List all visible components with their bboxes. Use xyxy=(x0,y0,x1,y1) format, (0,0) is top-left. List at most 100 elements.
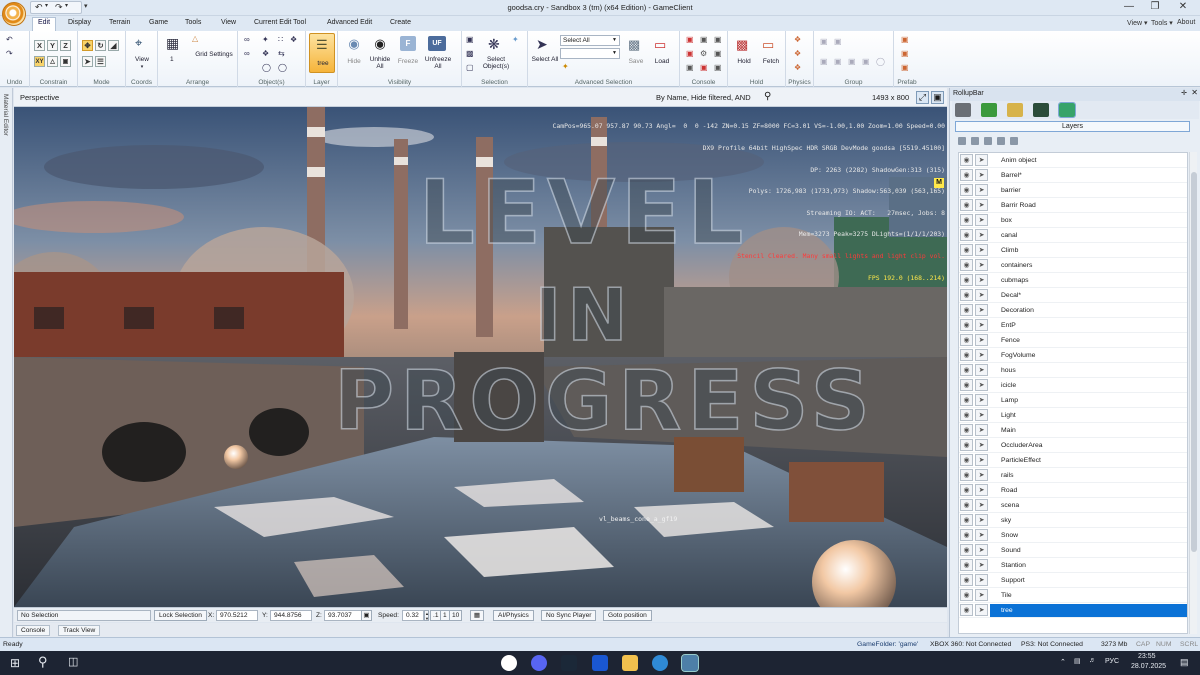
steam-icon[interactable] xyxy=(561,655,577,671)
pointer-icon[interactable]: ➤ xyxy=(975,514,988,526)
select-all-button[interactable]: Select All xyxy=(530,56,560,63)
clock-time[interactable]: 23:55 xyxy=(1138,653,1156,660)
layer-row[interactable]: ◉ ➤ Decal* xyxy=(959,288,1187,303)
windows-start-icon[interactable]: ⊞ xyxy=(10,656,20,670)
tab-view[interactable]: View xyxy=(216,18,241,27)
layer-row[interactable]: ◉ ➤ FogVolume xyxy=(959,348,1187,363)
load-selection-button[interactable]: Load xyxy=(650,58,674,65)
tab-terrain[interactable]: Terrain xyxy=(104,18,135,27)
close-group-icon[interactable]: ▣ xyxy=(834,57,842,66)
pointer-icon[interactable]: ➤ xyxy=(975,244,988,256)
no-sync-player-button[interactable]: No Sync Player xyxy=(541,610,597,621)
pointer-icon[interactable]: ➤ xyxy=(975,559,988,571)
pointer-icon[interactable]: ➤ xyxy=(975,289,988,301)
task-view-icon[interactable]: ◫ xyxy=(68,655,78,668)
pointer-icon[interactable]: ➤ xyxy=(975,574,988,586)
clock-date[interactable]: 28.07.2025 xyxy=(1131,663,1166,670)
eye-icon[interactable]: ◉ xyxy=(960,364,973,376)
pointer-icon[interactable]: ➤ xyxy=(975,214,988,226)
constrain-xy-icon[interactable]: XY xyxy=(34,56,45,67)
scale-mode-icon[interactable]: ◢ xyxy=(108,40,119,51)
unlink-icon[interactable]: ∞ xyxy=(244,49,250,58)
eye-icon[interactable]: ◉ xyxy=(960,334,973,346)
search-icon[interactable]: ⚲ xyxy=(38,654,48,670)
open-group-icon[interactable]: ▣ xyxy=(820,57,828,66)
select-none-icon[interactable]: ▢ xyxy=(466,63,474,72)
layer-row[interactable]: ◉ ➤ Barrel* xyxy=(959,168,1187,183)
eye-icon[interactable]: ◉ xyxy=(960,394,973,406)
pointer-icon[interactable]: ➤ xyxy=(975,589,988,601)
layers-panel-title[interactable]: Layers xyxy=(955,121,1190,132)
pointer-icon[interactable]: ➤ xyxy=(975,454,988,466)
layer-row[interactable]: ◉ ➤ canal xyxy=(959,228,1187,243)
y-coordinate-field[interactable]: 944.8756 xyxy=(270,610,312,621)
pointer-icon[interactable]: ➤ xyxy=(975,484,988,496)
eye-icon[interactable]: ◉ xyxy=(960,454,973,466)
layer-row[interactable]: ◉ ➤ Climb xyxy=(959,243,1187,258)
ai-physics-button[interactable]: AI/Physics xyxy=(493,610,534,621)
eye-icon[interactable]: ◉ xyxy=(960,499,973,511)
selection-set-combo[interactable]: Select All ▼ xyxy=(560,35,620,46)
app-icon[interactable] xyxy=(592,655,608,671)
yandex-browser-icon[interactable] xyxy=(501,655,517,671)
layer-row[interactable]: ◉ ➤ Light xyxy=(959,408,1187,423)
eye-icon[interactable]: ◉ xyxy=(960,259,973,271)
pointer-icon[interactable]: ➤ xyxy=(975,544,988,556)
import-layer-icon[interactable] xyxy=(997,137,1005,145)
eye-icon[interactable]: ◉ xyxy=(960,244,973,256)
detach-icon[interactable]: ◯ xyxy=(278,63,287,72)
eye-icon[interactable]: ◉ xyxy=(960,589,973,601)
notification-icon[interactable]: ▤ xyxy=(1180,657,1189,668)
layer-row[interactable]: ◉ ➤ ParticleEffect xyxy=(959,453,1187,468)
terrain-snap-icon[interactable]: △ xyxy=(47,56,58,67)
eye-icon[interactable]: ◉ xyxy=(960,574,973,586)
pointer-icon[interactable]: ➤ xyxy=(975,259,988,271)
pointer-icon[interactable]: ➤ xyxy=(975,274,988,286)
pointer-icon[interactable]: ➤ xyxy=(975,499,988,511)
eye-icon[interactable]: ◉ xyxy=(960,154,973,166)
eye-icon[interactable]: ◉ xyxy=(960,469,973,481)
selection-name-field[interactable]: ▼ xyxy=(560,48,620,59)
link-icon[interactable]: ∞ xyxy=(244,35,250,44)
pointer-icon[interactable]: ➤ xyxy=(975,229,988,241)
layer-row[interactable]: ◉ ➤ containers xyxy=(959,258,1187,273)
eye-icon[interactable]: ◉ xyxy=(960,424,973,436)
eye-icon[interactable]: ◉ xyxy=(960,559,973,571)
eye-icon[interactable]: ◉ xyxy=(960,409,973,421)
pointer-icon[interactable]: ➤ xyxy=(975,604,988,616)
sandbox-taskbar-icon[interactable] xyxy=(681,654,699,672)
freeze-icon[interactable]: F xyxy=(400,36,416,51)
layer-row[interactable]: ◉ ➤ Sound xyxy=(959,543,1187,558)
layer-row[interactable]: ◉ ➤ EntP xyxy=(959,318,1187,333)
tab-display[interactable]: Display xyxy=(63,18,96,27)
select-objects-button[interactable]: Select Object(s) xyxy=(478,56,514,70)
eye-icon[interactable]: ◉ xyxy=(960,514,973,526)
minimize-icon[interactable]: — xyxy=(1118,1,1140,12)
pointer-icon[interactable]: ➤ xyxy=(975,304,988,316)
tab-create[interactable]: Create xyxy=(385,18,416,27)
display-tab-icon[interactable] xyxy=(1033,103,1049,117)
viewport-options-icon[interactable]: ▣ xyxy=(931,91,944,104)
align-icon[interactable]: ✦ xyxy=(262,35,269,44)
eye-icon[interactable]: ◉ xyxy=(960,529,973,541)
console-icon-2[interactable]: ▣ xyxy=(700,35,708,44)
layer-row[interactable]: ◉ ➤ tree xyxy=(959,603,1187,618)
load-selection-icon[interactable]: ▭ xyxy=(654,37,666,53)
viewport-resolution[interactable]: 1493 x 800 xyxy=(872,93,909,102)
constrain-z-icon[interactable]: Z xyxy=(60,40,71,51)
pointer-icon[interactable]: ➤ xyxy=(975,349,988,361)
eye-icon[interactable]: ◉ xyxy=(960,289,973,301)
clone-icon[interactable]: ❖ xyxy=(262,49,269,58)
menu-about[interactable]: About xyxy=(1177,19,1195,26)
layer-row[interactable]: ◉ ➤ scena xyxy=(959,498,1187,513)
layer-row[interactable]: ◉ ➤ Barrir Road xyxy=(959,198,1187,213)
physics-icon-2[interactable]: ❖ xyxy=(794,49,801,58)
magic-select-icon[interactable]: ✦ xyxy=(562,62,569,71)
speed-step-10[interactable]: 10 xyxy=(449,610,463,621)
unfreeze-icon[interactable]: UF xyxy=(428,36,446,51)
lock-icon[interactable]: ▣ xyxy=(361,610,372,621)
language-indicator[interactable]: РУС xyxy=(1105,658,1119,665)
telegram-icon[interactable] xyxy=(652,655,668,671)
layer-row[interactable]: ◉ ➤ sky xyxy=(959,513,1187,528)
speed-field[interactable]: 0.32 xyxy=(402,610,424,621)
